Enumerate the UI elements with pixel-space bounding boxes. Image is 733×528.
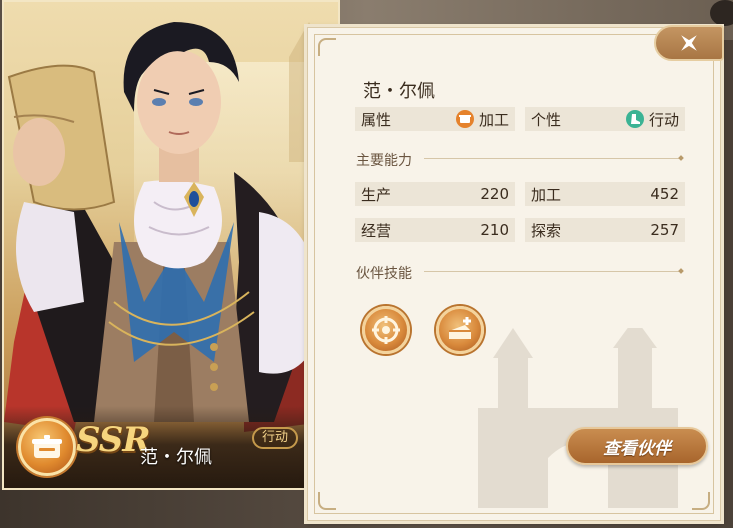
personality-label: 个性: [531, 110, 562, 129]
skill-slot-2[interactable]: [436, 306, 484, 354]
rarity-label: SSR: [76, 420, 151, 460]
character-card[interactable]: [2, 0, 340, 490]
close-button[interactable]: [654, 25, 724, 61]
panel-corner-ornament: [318, 38, 336, 56]
ability-label: 生产: [361, 185, 392, 204]
card-character-name: 范・尔佩: [140, 447, 212, 468]
panel-corner-ornament: [318, 492, 336, 510]
ability-row: 经营 210: [355, 218, 515, 242]
ability-row: 生产 220: [355, 182, 515, 206]
ability-value: 220: [480, 185, 509, 203]
trait-badge: 行动: [252, 427, 298, 449]
ability-row: 加工 452: [525, 182, 685, 206]
edge-decoration: [710, 0, 733, 26]
close-star-icon: [681, 35, 697, 51]
running-boot-icon: [625, 110, 644, 128]
attribute-row: 属性 加工: [355, 107, 515, 131]
ability-label: 探索: [531, 221, 562, 240]
personality-row: 个性 行动: [525, 107, 685, 131]
pot-icon: [455, 110, 474, 128]
section-divider: [424, 271, 682, 272]
ability-value: 257: [650, 221, 679, 239]
section-divider: [424, 158, 682, 159]
pot-icon: [18, 418, 76, 476]
ability-label: 加工: [531, 185, 562, 204]
personality-value: 行动: [648, 110, 679, 129]
view-partner-button[interactable]: 查看伙伴: [566, 427, 708, 465]
ability-value: 452: [650, 185, 679, 203]
abilities-section-title: 主要能力: [356, 153, 412, 169]
cake-plus-icon: [449, 317, 471, 339]
ability-value: 210: [480, 221, 509, 239]
character-name-title: 范・尔佩: [363, 81, 435, 102]
ability-label: 经营: [361, 221, 392, 240]
attribute-label: 属性: [361, 110, 392, 129]
castle-watermark: [478, 328, 678, 508]
skill-slot-1[interactable]: [362, 306, 410, 354]
skills-section-title: 伙伴技能: [356, 266, 412, 282]
ability-row: 探索 257: [525, 218, 685, 242]
attribute-value: 加工: [478, 110, 509, 129]
gear-compass-icon: [372, 316, 400, 344]
